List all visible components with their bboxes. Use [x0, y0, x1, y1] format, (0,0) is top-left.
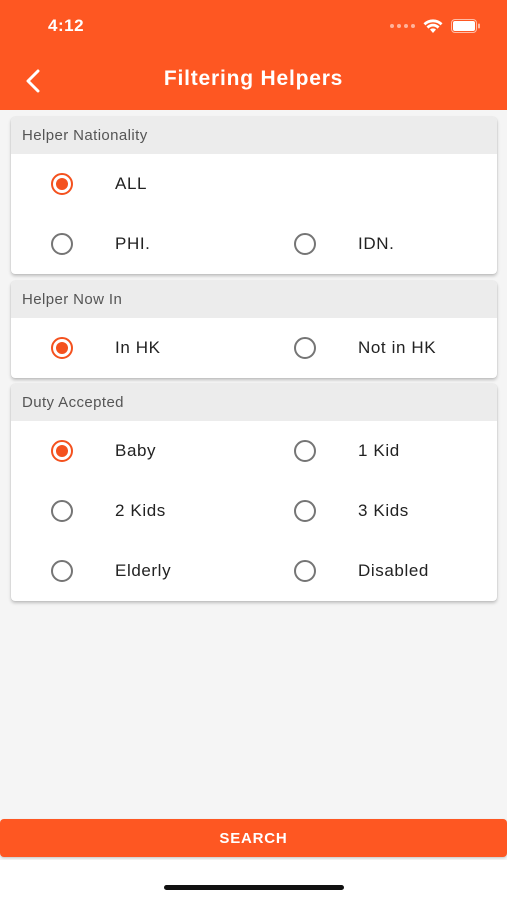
radio-unselected-icon [294, 233, 316, 255]
radio-selected-icon [51, 337, 73, 359]
radio-selected-icon [51, 173, 73, 195]
radio-unselected-icon [51, 233, 73, 255]
radio-selected-icon [51, 440, 73, 462]
section-title-nationality: Helper Nationality [11, 117, 497, 154]
option-label: 3 Kids [358, 501, 409, 520]
wifi-icon [423, 18, 443, 33]
battery-icon [451, 19, 480, 33]
checkbox-option-disabled[interactable]: Disabled [294, 541, 494, 601]
cellular-signal-icon [390, 24, 415, 28]
radio-option-not-in-hk[interactable]: Not in HK [294, 318, 494, 378]
search-button[interactable]: SEARCH [0, 819, 507, 857]
option-label: Disabled [358, 561, 429, 580]
radio-option-all[interactable]: ALL [51, 154, 251, 214]
radio-unselected-icon [51, 560, 73, 582]
option-label: Baby [115, 441, 157, 460]
option-label: PHI. [115, 234, 151, 253]
radio-unselected-icon [294, 337, 316, 359]
option-label: IDN. [358, 234, 395, 253]
radio-unselected-icon [294, 440, 316, 462]
radio-unselected-icon [51, 500, 73, 522]
duty-card: Duty Accepted Baby 1 Kid 2 Kids 3 Kids E… [11, 384, 497, 601]
checkbox-option-3-kids[interactable]: 3 Kids [294, 481, 494, 541]
options-row: In HK Not in HK [11, 318, 497, 378]
option-label: Elderly [115, 561, 172, 580]
page-title: Filtering Helpers [163, 67, 344, 90]
radio-option-idn[interactable]: IDN. [294, 214, 494, 274]
radio-option-in-hk[interactable]: In HK [51, 318, 251, 378]
options-row: Elderly Disabled [11, 541, 497, 601]
options-row: PHI. IDN. [11, 214, 497, 274]
nationality-card: Helper Nationality ALL PHI. IDN. [11, 117, 497, 274]
checkbox-option-elderly[interactable]: Elderly [51, 541, 251, 601]
app-header: 4:12 Filtering Helpers [0, 0, 507, 110]
radio-unselected-icon [294, 560, 316, 582]
radio-unselected-icon [294, 500, 316, 522]
status-icons [390, 16, 481, 36]
home-indicator [164, 885, 344, 890]
options-row: ALL [11, 154, 497, 214]
checkbox-option-baby[interactable]: Baby [51, 421, 251, 481]
option-label: 2 Kids [115, 501, 166, 520]
bottom-safe-area [0, 860, 507, 900]
options-row: 2 Kids 3 Kids [11, 481, 497, 541]
options-row: Baby 1 Kid [11, 421, 497, 481]
checkbox-option-1-kid[interactable]: 1 Kid [294, 421, 494, 481]
status-time: 4:12 [48, 16, 85, 35]
radio-option-phi[interactable]: PHI. [51, 214, 251, 274]
option-label: In HK [115, 338, 161, 357]
section-title-location: Helper Now In [11, 281, 497, 318]
checkbox-option-2-kids[interactable]: 2 Kids [51, 481, 251, 541]
option-label: 1 Kid [358, 441, 400, 460]
option-label: Not in HK [358, 338, 437, 357]
section-title-duty: Duty Accepted [11, 384, 497, 421]
location-card: Helper Now In In HK Not in HK [11, 281, 497, 378]
option-label: ALL [115, 174, 148, 193]
